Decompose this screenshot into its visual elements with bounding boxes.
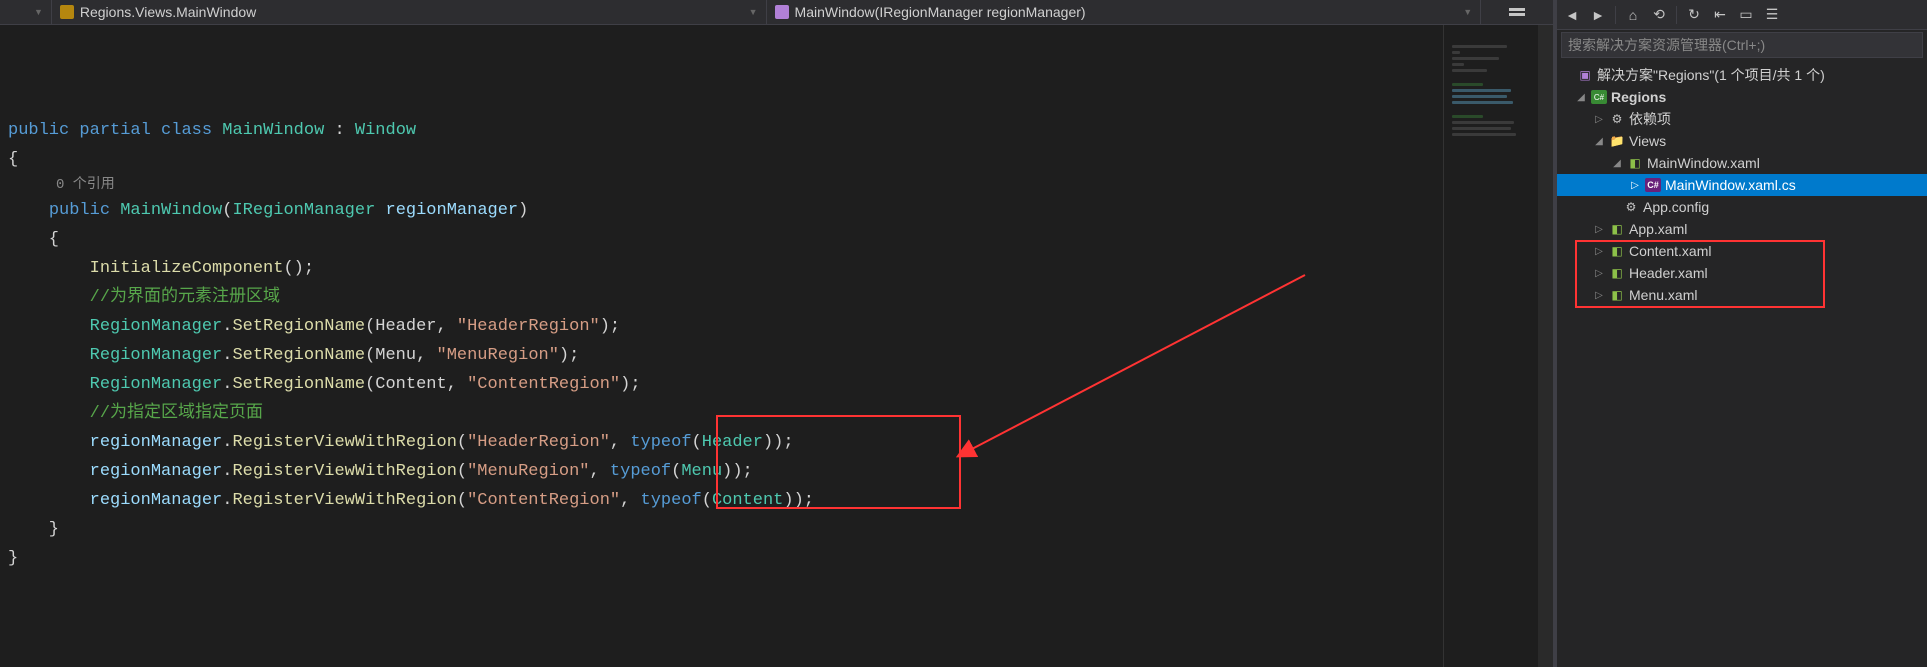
code-editor[interactable]: public partial class MainWindow : Window… — [0, 25, 1553, 667]
solution-search-input[interactable]: 搜索解决方案资源管理器(Ctrl+;) — [1561, 32, 1923, 58]
code-line[interactable]: } — [6, 544, 1443, 573]
xaml-icon: ◧ — [1609, 222, 1625, 236]
expander-icon[interactable]: ◢ — [1593, 136, 1605, 147]
vertical-scrollbar[interactable] — [1538, 25, 1553, 667]
minimap[interactable] — [1443, 25, 1538, 667]
code-line[interactable]: { — [6, 145, 1443, 174]
solution-toolbar: ◄ ► ⌂ ⟲ ↻ ⇤ ▭ ☰ — [1557, 0, 1927, 30]
expander-icon[interactable]: ▷ — [1629, 180, 1641, 191]
tree-label: 依赖项 — [1629, 109, 1921, 129]
expander-icon[interactable]: ▷ — [1593, 224, 1605, 235]
refresh-icon[interactable]: ↻ — [1685, 6, 1703, 24]
expander-icon[interactable]: ◢ — [1575, 92, 1587, 103]
code-line[interactable]: 0 个引用 — [6, 174, 1443, 196]
tree-file-mainwindow-cs[interactable]: ▷ C# MainWindow.xaml.cs — [1557, 174, 1927, 196]
tree-file-appconfig[interactable]: ⚙ App.config — [1557, 196, 1927, 218]
tree-solution-root[interactable]: ▣ 解决方案"Regions"(1 个项目/共 1 个) — [1557, 64, 1927, 86]
tree-file-appxaml[interactable]: ▷ ◧ App.xaml — [1557, 218, 1927, 240]
breadcrumb-method[interactable]: MainWindow(IRegionManager regionManager)… — [767, 0, 1482, 24]
code-line[interactable]: regionManager.RegisterViewWithRegion("Co… — [6, 486, 1443, 515]
code-line[interactable]: RegionManager.SetRegionName(Menu, "MenuR… — [6, 341, 1443, 370]
search-placeholder: 搜索解决方案资源管理器(Ctrl+;) — [1568, 35, 1765, 55]
tree-label: Regions — [1611, 89, 1921, 105]
code-content[interactable]: public partial class MainWindow : Window… — [6, 25, 1443, 667]
tree-label: Content.xaml — [1629, 243, 1921, 259]
forward-icon[interactable]: ► — [1589, 6, 1607, 24]
chevron-down-icon: ▼ — [1463, 7, 1472, 17]
sync-icon[interactable]: ⟲ — [1650, 6, 1668, 24]
xaml-icon: ◧ — [1627, 156, 1643, 170]
tree-file-menuxaml[interactable]: ▷ ◧ Menu.xaml — [1557, 284, 1927, 306]
expander-icon[interactable]: ▷ — [1593, 268, 1605, 279]
tree-label: Header.xaml — [1629, 265, 1921, 281]
separator — [1615, 6, 1616, 24]
tree-file-headerxaml[interactable]: ▷ ◧ Header.xaml — [1557, 262, 1927, 284]
tree-label: MainWindow.xaml — [1647, 155, 1921, 171]
breadcrumb-scope[interactable]: ▼ — [0, 0, 52, 24]
tree-project[interactable]: ◢ C# Regions — [1557, 86, 1927, 108]
config-icon: ⚙ — [1623, 200, 1639, 214]
code-line[interactable]: RegionManager.SetRegionName(Content, "Co… — [6, 370, 1443, 399]
tree-label: Views — [1629, 133, 1921, 149]
expander-icon[interactable]: ◢ — [1611, 158, 1623, 169]
tree-label: 解决方案"Regions"(1 个项目/共 1 个) — [1597, 65, 1921, 85]
solution-icon: ▣ — [1577, 68, 1593, 82]
breadcrumb-bar: ▼ Regions.Views.MainWindow ▼ MainWindow(… — [0, 0, 1553, 25]
tree-folder-views[interactable]: ◢ 📁 Views — [1557, 130, 1927, 152]
tree-dependencies[interactable]: ▷ ⚙ 依赖项 — [1557, 108, 1927, 130]
csproj-icon: C# — [1591, 90, 1607, 104]
code-line[interactable]: regionManager.RegisterViewWithRegion("He… — [6, 428, 1443, 457]
collapse-icon[interactable]: ⇤ — [1711, 6, 1729, 24]
code-line[interactable]: InitializeComponent(); — [6, 254, 1443, 283]
code-line[interactable]: { — [6, 225, 1443, 254]
tree-label: Menu.xaml — [1629, 287, 1921, 303]
solution-tree: ▣ 解决方案"Regions"(1 个项目/共 1 个) ◢ C# Region… — [1557, 60, 1927, 667]
split-icon — [1509, 8, 1525, 16]
back-icon[interactable]: ◄ — [1563, 6, 1581, 24]
tree-file-contentxaml[interactable]: ▷ ◧ Content.xaml — [1557, 240, 1927, 262]
breadcrumb-class-label: Regions.Views.MainWindow — [80, 4, 256, 20]
home-icon[interactable]: ⌂ — [1624, 6, 1642, 24]
code-line[interactable]: } — [6, 515, 1443, 544]
code-line[interactable]: //为界面的元素注册区域 — [6, 283, 1443, 312]
xaml-icon: ◧ — [1609, 288, 1625, 302]
code-line[interactable]: regionManager.RegisterViewWithRegion("Me… — [6, 457, 1443, 486]
cs-icon: C# — [1645, 178, 1661, 192]
chevron-down-icon: ▼ — [34, 7, 43, 17]
tree-label: App.xaml — [1629, 221, 1921, 237]
properties-icon[interactable]: ☰ — [1763, 6, 1781, 24]
dependencies-icon: ⚙ — [1609, 112, 1625, 126]
class-icon — [60, 5, 74, 19]
separator — [1676, 6, 1677, 24]
editor-area: ▼ Regions.Views.MainWindow ▼ MainWindow(… — [0, 0, 1553, 667]
code-line[interactable]: //为指定区域指定页面 — [6, 399, 1443, 428]
code-line[interactable]: public partial class MainWindow : Window — [6, 116, 1443, 145]
breadcrumb-method-label: MainWindow(IRegionManager regionManager) — [795, 4, 1086, 20]
chevron-down-icon: ▼ — [749, 7, 758, 17]
code-line[interactable]: public MainWindow(IRegionManager regionM… — [6, 196, 1443, 225]
breadcrumb-class[interactable]: Regions.Views.MainWindow ▼ — [52, 0, 767, 24]
tree-label: MainWindow.xaml.cs — [1665, 177, 1921, 193]
folder-icon: 📁 — [1609, 134, 1625, 148]
code-line[interactable]: RegionManager.SetRegionName(Header, "Hea… — [6, 312, 1443, 341]
expander-icon[interactable]: ▷ — [1593, 114, 1605, 125]
show-all-icon[interactable]: ▭ — [1737, 6, 1755, 24]
tree-file-mainwindow-xaml[interactable]: ◢ ◧ MainWindow.xaml — [1557, 152, 1927, 174]
xaml-icon: ◧ — [1609, 266, 1625, 280]
tree-label: App.config — [1643, 199, 1921, 215]
solution-explorer: ◄ ► ⌂ ⟲ ↻ ⇤ ▭ ☰ 搜索解决方案资源管理器(Ctrl+;) ▣ 解决… — [1557, 0, 1927, 667]
xaml-icon: ◧ — [1609, 244, 1625, 258]
method-icon — [775, 5, 789, 19]
expander-icon[interactable]: ▷ — [1593, 246, 1605, 257]
expander-icon[interactable]: ▷ — [1593, 290, 1605, 301]
breadcrumb-split-view[interactable] — [1481, 0, 1553, 24]
